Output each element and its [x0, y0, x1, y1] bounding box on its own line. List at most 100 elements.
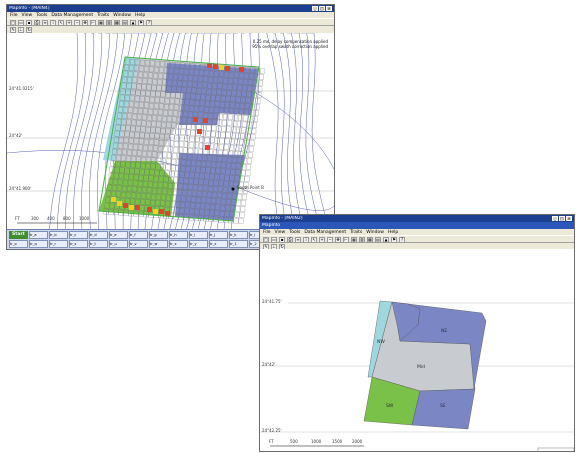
taskbar-item[interactable]: tr_u [109, 240, 128, 248]
window2-titlebar[interactable]: MapInfo - [MAIN2] _ □ × [260, 215, 574, 222]
taskbar-item[interactable]: tr_b [48, 231, 68, 239]
grid-cell [228, 114, 233, 121]
taskbar-item[interactable]: tr_8 [49, 249, 68, 250]
map-canvas-2[interactable]: NW NE Mid SW SE 24°41.75' 24°42' 24°42.2… [260, 249, 574, 451]
grid-cell [221, 126, 227, 132]
taskbar-item[interactable]: tr_j [208, 231, 228, 239]
taskbar-item[interactable]: tr_x [169, 240, 188, 248]
taskbar-item[interactable]: tr_g [148, 231, 168, 239]
taskbar-item[interactable]: tr_t [89, 240, 108, 248]
grid-cell [236, 199, 241, 206]
point-marker[interactable] [231, 187, 235, 191]
close-button[interactable]: × [326, 6, 332, 11]
pan-icon[interactable]: ✥ [335, 237, 341, 243]
legend-icon[interactable]: ▤ [375, 237, 381, 243]
scale-label-ft: FT [15, 216, 20, 221]
taskbar-item[interactable]: tr_w [149, 240, 168, 248]
taskbar-item[interactable]: tr_z [209, 240, 228, 248]
menu-tools[interactable]: Tools [36, 13, 47, 18]
taskbar-item[interactable]: tr_f [128, 231, 148, 239]
grid-icon[interactable]: ▩ [367, 237, 373, 243]
grid-icon[interactable]: ▩ [114, 20, 120, 26]
select-icon[interactable]: ↖ [311, 237, 317, 243]
ruler-icon[interactable]: ⊢ [343, 237, 349, 243]
taskbar-item[interactable]: tr_y [189, 240, 208, 248]
taskbar-item[interactable]: tr_p [9, 240, 28, 248]
tractor-icon[interactable]: ▲ [130, 20, 136, 26]
menu-data-management[interactable]: Data Management [304, 230, 346, 235]
menu-traits[interactable]: Traits [350, 230, 362, 235]
taskbar-item[interactable]: tr_q [29, 240, 48, 248]
close-button[interactable]: × [566, 216, 572, 221]
info-icon[interactable]: i [303, 237, 309, 243]
taskbar-item[interactable]: tr_7 [29, 249, 48, 250]
layers-icon[interactable]: ≡ [295, 237, 301, 243]
chart-icon[interactable]: ▥ [359, 237, 365, 243]
ruler-icon[interactable]: ⊢ [90, 20, 96, 26]
tractor-icon[interactable]: ▲ [383, 237, 389, 243]
new-icon[interactable]: □ [263, 237, 269, 243]
taskbar-item[interactable]: tr_d [88, 231, 108, 239]
window1-toolbar: □ ▭ ▪ ⎙ ≡ i ↖ + − ✥ ⊢ ▦ ▥ ▩ ▤ ▲ ⚑ ? [7, 18, 334, 26]
minimize-button[interactable]: _ [312, 6, 318, 11]
menu-window[interactable]: Window [366, 230, 384, 235]
save-icon[interactable]: ▪ [279, 237, 285, 243]
menu-view[interactable]: View [275, 230, 286, 235]
legend-icon[interactable]: ▤ [122, 20, 128, 26]
menu-tools[interactable]: Tools [289, 230, 300, 235]
open-icon[interactable]: ▭ [18, 20, 24, 26]
chart-icon[interactable]: ▥ [106, 20, 112, 26]
select-icon[interactable]: ↖ [58, 20, 64, 26]
taskbar-item[interactable]: tr_s [69, 240, 88, 248]
window2-toolbar: □ ▭ ▪ ⎙ ≡ i ↖ + − ✥ ⊢ ▦ ▥ ▩ ▤ ▲ ⚑ ? [260, 235, 574, 243]
help-icon[interactable]: ? [146, 20, 152, 26]
maximize-button[interactable]: □ [319, 6, 325, 11]
help-icon[interactable]: ? [399, 237, 405, 243]
taskbar-item[interactable]: tr_6 [9, 249, 28, 250]
taskbar-item[interactable]: tr_v [129, 240, 148, 248]
pin-icon[interactable]: ⚑ [138, 20, 144, 26]
table-icon[interactable]: ▦ [98, 20, 104, 26]
menu-file[interactable]: File [263, 230, 271, 235]
grid-cell [222, 120, 227, 126]
new-icon[interactable]: □ [10, 20, 16, 26]
zone-blue-se[interactable] [411, 388, 476, 430]
minimize-button[interactable]: _ [552, 216, 558, 221]
pin-icon[interactable]: ⚑ [391, 237, 397, 243]
taskbar-item[interactable]: tr_r [49, 240, 68, 248]
print-icon[interactable]: ⎙ [287, 237, 293, 243]
table-icon[interactable]: ▦ [351, 237, 357, 243]
zoom-in-icon[interactable]: + [319, 237, 325, 243]
map-canvas-1[interactable]: 0.25 ms. delay compensation applied 95% … [7, 33, 334, 229]
contour-line [301, 33, 321, 229]
taskbar-item[interactable]: tr_i [188, 231, 208, 239]
taskbar-item[interactable]: tr_e [108, 231, 128, 239]
hot-spot-cell [239, 67, 244, 72]
info-icon[interactable]: i [50, 20, 56, 26]
menu-view[interactable]: View [22, 13, 33, 18]
menu-traits[interactable]: Traits [97, 13, 109, 18]
taskbar-item[interactable]: tr_c [68, 231, 88, 239]
menu-file[interactable]: File [10, 13, 18, 18]
zoom-out-icon[interactable]: − [327, 237, 333, 243]
zoom-out-icon[interactable]: − [74, 20, 80, 26]
taskbar-item[interactable]: tr_a [28, 231, 48, 239]
save-icon[interactable]: ▪ [26, 20, 32, 26]
layers-icon[interactable]: ≡ [42, 20, 48, 26]
taskbar-item[interactable]: tr_k [228, 231, 248, 239]
menu-data-management[interactable]: Data Management [51, 13, 93, 18]
grid-cell [188, 148, 193, 154]
grid-cell [241, 200, 246, 206]
start-button[interactable]: Start [9, 231, 28, 239]
taskbar-item[interactable]: tr_1 [229, 240, 248, 248]
zoom-in-icon[interactable]: + [66, 20, 72, 26]
taskbar-item[interactable]: tr_h [168, 231, 188, 239]
window1-titlebar[interactable]: MapInfo - [MAIN4] _ □ × [7, 5, 334, 12]
menu-help[interactable]: Help [135, 13, 145, 18]
print-icon[interactable]: ⎙ [34, 20, 40, 26]
menu-help[interactable]: Help [388, 230, 398, 235]
maximize-button[interactable]: □ [559, 216, 565, 221]
pan-icon[interactable]: ✥ [82, 20, 88, 26]
menu-window[interactable]: Window [113, 13, 131, 18]
open-icon[interactable]: ▭ [271, 237, 277, 243]
